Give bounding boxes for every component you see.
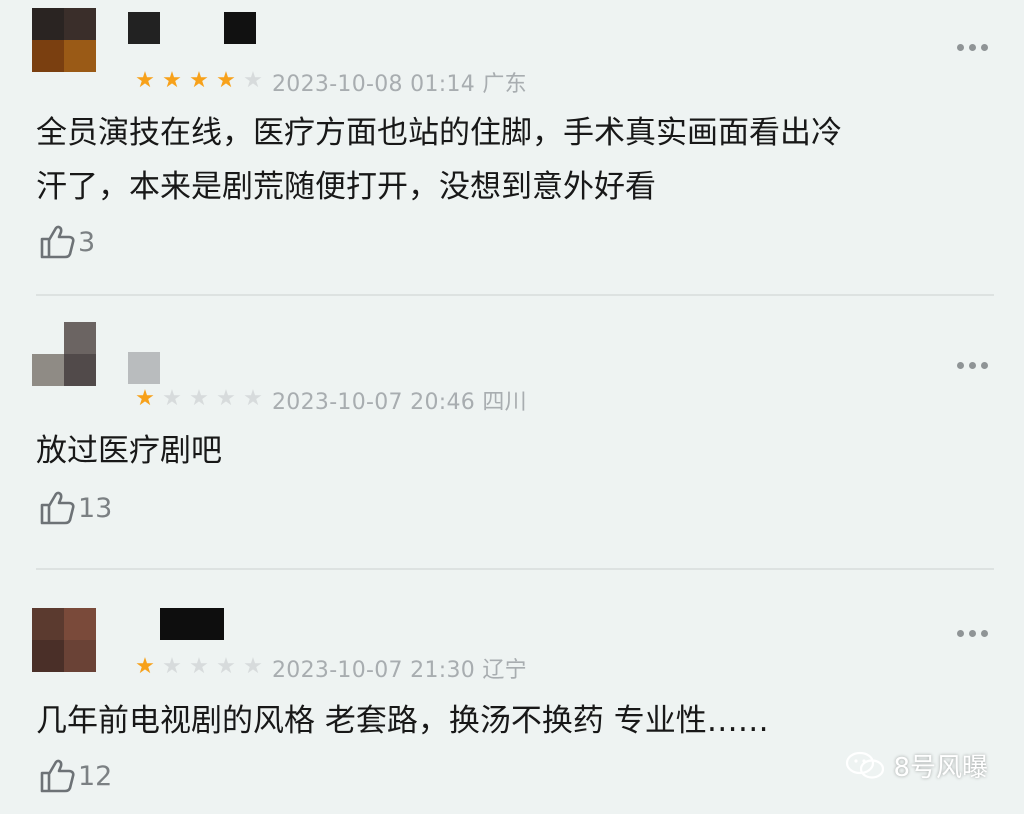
star-icon: ★ xyxy=(216,68,236,93)
comment-location: 辽宁 xyxy=(482,658,527,683)
comment-location: 广东 xyxy=(482,72,527,97)
avatar[interactable] xyxy=(32,608,96,672)
star-rating: ★ ★ ★ ★ ★ xyxy=(132,388,266,410)
avatar[interactable] xyxy=(32,8,96,72)
comment-text: 放过医疗剧吧 xyxy=(36,424,994,478)
star-icon: ★ xyxy=(216,386,236,411)
star-icon: ★ xyxy=(189,68,209,93)
divider xyxy=(36,294,994,296)
star-icon: ★ xyxy=(216,654,236,679)
like-count: 12 xyxy=(78,760,113,792)
wechat-icon xyxy=(846,751,885,779)
comment-meta: 2023-10-08 01:14 广东 xyxy=(272,66,527,98)
star-icon: ★ xyxy=(135,386,155,411)
comment-text-line: 全员演技在线，医疗方面也站的住脚，手术真实画面看出冷 xyxy=(36,115,842,151)
watermark-label: 8号风曝 xyxy=(893,753,988,783)
comment-text: 几年前电视剧的风格 老套路，换汤不换药 专业性…… xyxy=(36,694,994,748)
comment-location: 四川 xyxy=(482,390,527,415)
star-icon: ★ xyxy=(189,386,209,411)
comment-text: 全员演技在线，医疗方面也站的住脚，手术真实画面看出冷 汗了，本来是剧荒随便打开，… xyxy=(36,106,994,214)
star-icon: ★ xyxy=(243,654,263,679)
star-icon: ★ xyxy=(162,386,182,411)
star-icon: ★ xyxy=(162,654,182,679)
thumbs-up-icon xyxy=(40,491,75,525)
comment-time: 2023-10-07 21:30 xyxy=(272,658,476,683)
like-button[interactable]: 3 xyxy=(38,224,95,260)
thumbs-up-icon xyxy=(40,759,75,793)
avatar[interactable] xyxy=(32,322,96,386)
divider xyxy=(36,568,994,570)
watermark: 8号风曝 xyxy=(845,747,988,784)
comment-meta: 2023-10-07 21:30 辽宁 xyxy=(272,652,527,684)
like-count: 13 xyxy=(78,492,113,524)
star-rating: ★ ★ ★ ★ ★ xyxy=(132,70,266,92)
more-options-icon[interactable] xyxy=(957,630,988,637)
like-count: 3 xyxy=(78,226,96,258)
more-options-icon[interactable] xyxy=(957,44,988,51)
like-button[interactable]: 13 xyxy=(38,490,112,526)
like-button[interactable]: 12 xyxy=(38,758,112,794)
username-redacted[interactable] xyxy=(128,352,160,384)
star-icon: ★ xyxy=(135,68,155,93)
comment-text-line: 汗了，本来是剧荒随便打开，没想到意外好看 xyxy=(36,169,656,205)
star-icon: ★ xyxy=(135,654,155,679)
more-options-icon[interactable] xyxy=(957,362,988,369)
comment-meta: 2023-10-07 20:46 四川 xyxy=(272,384,527,416)
star-icon: ★ xyxy=(162,68,182,93)
username-redacted[interactable] xyxy=(128,12,256,44)
comment-text-line: 几年前电视剧的风格 老套路，换汤不换药 专业性…… xyxy=(36,703,769,739)
star-rating: ★ ★ ★ ★ ★ xyxy=(132,656,266,678)
star-icon: ★ xyxy=(243,68,263,93)
comment-time: 2023-10-08 01:14 xyxy=(272,72,476,97)
star-icon: ★ xyxy=(189,654,209,679)
comment-text-line: 放过医疗剧吧 xyxy=(36,433,222,469)
star-icon: ★ xyxy=(243,386,263,411)
thumbs-up-icon xyxy=(40,225,75,259)
username-redacted[interactable] xyxy=(160,608,224,640)
comment-time: 2023-10-07 20:46 xyxy=(272,390,476,415)
